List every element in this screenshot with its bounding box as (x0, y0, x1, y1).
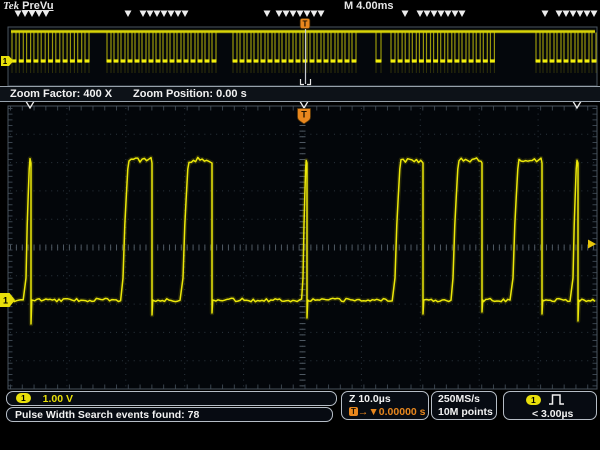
scope-graphics: 1 1 T T (0, 0, 600, 450)
search-mark-icon (290, 11, 297, 18)
record-length-readout: 10M points (438, 406, 496, 419)
svg-text:T: T (303, 20, 308, 29)
search-mark-icon (276, 11, 283, 18)
main-timebase-readout: M 4.00ms (344, 0, 394, 12)
search-mark-icon (542, 11, 549, 18)
trigger-arrow-glyphs: →▼ (358, 406, 379, 418)
search-mark-icon (570, 11, 577, 18)
svg-text:1: 1 (3, 296, 8, 306)
search-mark-icon (168, 11, 175, 18)
search-mark-icon (584, 11, 591, 18)
search-mark-icon (438, 11, 445, 18)
horizontal-readout-box[interactable]: Z 10.0µs T→▼0.00000 s (341, 391, 429, 420)
acquisition-readout-box: 250MS/s 10M points (431, 391, 497, 420)
search-mark-icon (304, 11, 311, 18)
search-mark-icon (297, 11, 304, 18)
channel-1-icon: 1 (16, 393, 31, 403)
zoom-timebase-readout: Z 10.0µs (349, 393, 428, 406)
search-mark-icon (125, 11, 132, 18)
search-mark-icon (459, 11, 466, 18)
channel-scale-readout: 1.00 V (43, 393, 73, 405)
trigger-source-channel-icon: 1 (526, 395, 541, 405)
svg-text:1: 1 (3, 57, 8, 66)
search-mark-icon (556, 11, 563, 18)
overview-trigger-t-marker[interactable]: T (300, 19, 310, 29)
oscilloscope-screen: 1 1 T T Tek PreVu M 4.00ms Zoom Factor: 400… (0, 0, 600, 450)
search-mark-icon (563, 11, 570, 18)
svg-text:T: T (301, 110, 307, 120)
search-mark-icon (452, 11, 459, 18)
trigger-source-line: 1 (526, 393, 596, 408)
zoom-info-bar: Zoom Factor: 400 X Zoom Position: 0.00 s (0, 86, 600, 102)
brand-logo: Tek (3, 0, 19, 12)
sample-rate-readout: 250MS/s (438, 393, 496, 406)
search-mark-icon (577, 11, 584, 18)
search-mark-icon (417, 11, 424, 18)
trigger-position-readout: T→▼0.00000 s (349, 406, 428, 419)
search-mark-icon (140, 11, 147, 18)
pulse-width-icon (548, 393, 566, 406)
acquisition-status: PreVu (22, 0, 53, 12)
search-mark-icon (175, 11, 182, 18)
search-mark-icon (264, 11, 271, 18)
search-mark-icon (318, 11, 325, 18)
search-events-message: Pulse Width Search events found: 78 (15, 409, 199, 421)
header-bar: Tek PreVu (3, 0, 54, 12)
search-mark-icon (154, 11, 161, 18)
trigger-position-value: 0.00000 s (379, 406, 426, 418)
search-status-bar: Pulse Width Search events found: 78 (6, 407, 333, 422)
search-mark-icon (431, 11, 438, 18)
search-mark-icon (424, 11, 431, 18)
zoom-factor-readout: Zoom Factor: 400 X (10, 88, 112, 100)
trigger-t-icon: T (349, 407, 358, 416)
zoom-position-readout: Zoom Position: 0.00 s (133, 88, 247, 100)
search-mark-icon (402, 11, 409, 18)
search-mark-icon (283, 11, 290, 18)
channel-badge[interactable]: 1 1.00 V (6, 391, 337, 406)
search-mark-icon (147, 11, 154, 18)
search-mark-icon (591, 11, 598, 18)
trigger-readout-box[interactable]: 1 < 3.00µs (503, 391, 597, 420)
search-mark-icon (311, 11, 318, 18)
search-mark-icon (445, 11, 452, 18)
search-mark-icon (161, 11, 168, 18)
trigger-condition-readout: < 3.00µs (526, 408, 596, 421)
search-mark-icon (182, 11, 189, 18)
